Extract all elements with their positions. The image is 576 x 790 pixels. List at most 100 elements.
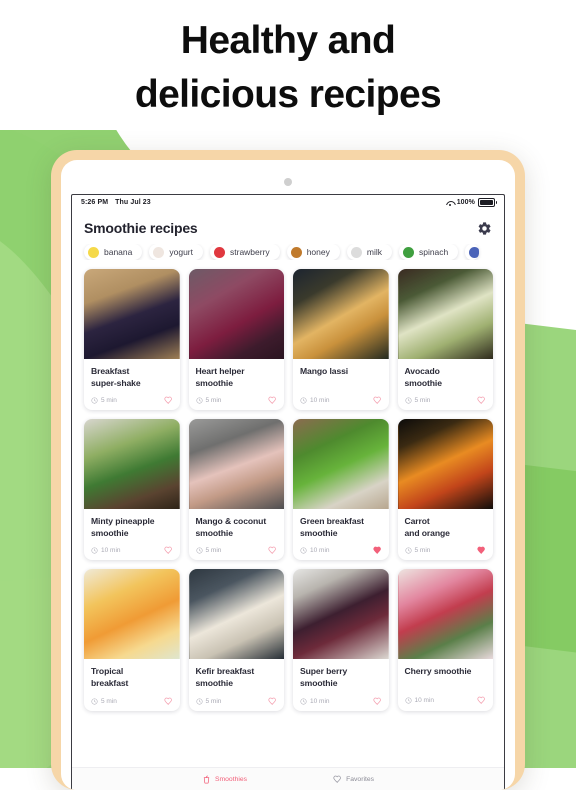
recipe-time-label: 5 min	[205, 697, 222, 705]
recipe-card-footer: 5 min	[195, 546, 278, 555]
recipe-card[interactable]: Breakfast super-shake 5 min	[84, 269, 180, 411]
recipe-card[interactable]: Super berry smoothie 10 min	[293, 569, 389, 711]
recipe-time: 5 min	[91, 397, 117, 404]
clock-icon	[91, 698, 98, 705]
filter-chip-label: milk	[366, 247, 382, 257]
tablet-bezel: 5:26 PM Thu Jul 23 100% Smoothie recipes…	[61, 160, 515, 790]
filter-chip-label: yogurt	[169, 247, 193, 257]
recipe-time: 5 min	[404, 397, 431, 405]
recipe-title: Minty pineapple smoothie	[91, 516, 155, 538]
filter-chip-yogurt[interactable]: yogurt	[149, 244, 203, 260]
heart-outline-icon[interactable]	[268, 396, 277, 405]
clock-icon	[300, 698, 307, 705]
recipe-time-label: 10 min	[310, 697, 330, 705]
recipe-card[interactable]: Kefir breakfast smoothie 5 min	[188, 569, 285, 711]
heart-filled-icon[interactable]	[477, 546, 486, 555]
recipe-title: Kefir breakfast smoothie	[195, 666, 255, 688]
clock-icon	[91, 397, 98, 404]
recipe-card[interactable]: Heart helper smoothie 5 min	[188, 269, 285, 411]
recipe-card[interactable]: Minty pineapple smoothie 10 min	[84, 419, 180, 561]
recipe-grid-scroll[interactable]: Breakfast super-shake 5 min Heart helper smo…	[72, 260, 504, 767]
filter-chip-spinach[interactable]: spinach	[398, 244, 459, 260]
promo-heading-line-2: delicious recipes	[134, 72, 442, 116]
filter-chip-row[interactable]: banana yogurt strawberry honey milk spinach	[72, 244, 504, 260]
recipe-card-body: Mango lassi 10 min	[293, 359, 389, 410]
carrot-and-orange-photo	[397, 419, 493, 510]
recipe-card[interactable]: Green breakfast smoothie 10 min	[293, 419, 389, 561]
recipe-card[interactable]: Mango & coconut smoothie 5 min	[188, 419, 285, 561]
recipe-time-label: 10 min	[414, 697, 435, 705]
bottom-tab-bar[interactable]: Smoothies Favorites	[72, 767, 504, 790]
gear-icon[interactable]	[477, 221, 492, 236]
recipe-title: Avocado smoothie	[404, 366, 443, 388]
recipe-title: Super berry smoothie	[300, 666, 348, 688]
recipe-card-body: Avocado smoothie 5 min	[398, 359, 494, 410]
recipe-card-footer: 10 min	[404, 696, 487, 705]
recipe-card-body: Mango & coconut smoothie 5 min	[189, 509, 285, 560]
promo-heading: Healthy and delicious recipes	[0, 14, 576, 122]
honey-icon	[290, 246, 302, 258]
recipe-card[interactable]: Tropical breakfast 5 min	[84, 569, 180, 711]
heart-outline-icon[interactable]	[372, 396, 382, 405]
tablet-screen: 5:26 PM Thu Jul 23 100% Smoothie recipes…	[71, 194, 505, 790]
clock-icon	[91, 547, 98, 554]
status-bar: 5:26 PM Thu Jul 23 100%	[72, 195, 504, 210]
heart-outline-icon[interactable]	[268, 697, 277, 706]
wifi-icon	[446, 200, 454, 206]
minty-pineapple-smoothie-photo	[84, 419, 180, 510]
heart-outline-icon[interactable]	[372, 697, 382, 706]
filter-chip-milk[interactable]: milk	[346, 244, 392, 260]
battery-label: 100%	[456, 199, 475, 206]
heart-outline-icon[interactable]	[163, 546, 173, 555]
filter-chip-banana[interactable]: banana	[84, 244, 143, 260]
filter-chip-strawberry[interactable]: strawberry	[210, 244, 280, 260]
recipe-card-body: Green breakfast smoothie 10 min	[293, 509, 389, 560]
clock-icon	[300, 547, 307, 554]
recipe-title: Cherry smoothie	[404, 666, 472, 677]
clock-icon	[195, 397, 203, 404]
heart-outline-icon[interactable]	[477, 696, 486, 705]
recipe-time-label: 10 min	[310, 397, 330, 404]
battery-full-icon	[478, 198, 497, 207]
blueberry-icon	[469, 246, 480, 258]
heart-outline-icon[interactable]	[268, 546, 277, 555]
heart-outline-icon[interactable]	[477, 396, 486, 405]
recipe-time-label: 5 min	[205, 547, 222, 555]
recipe-card-body: Tropical breakfast 5 min	[84, 659, 180, 710]
super-berry-smoothie-photo	[293, 569, 389, 660]
strawberry-icon	[214, 246, 225, 258]
filter-chip-label: spinach	[418, 247, 449, 257]
filter-chip-more[interactable]	[465, 244, 480, 260]
milk-icon	[350, 246, 362, 258]
heart-filled-icon[interactable]	[372, 546, 382, 555]
recipe-time-label: 5 min	[414, 547, 431, 555]
recipe-card[interactable]: Mango lassi 10 min	[293, 269, 389, 411]
recipe-time: 5 min	[91, 698, 117, 705]
filter-chip-honey[interactable]: honey	[286, 244, 340, 260]
recipe-card-body: Kefir breakfast smoothie 5 min	[189, 659, 285, 710]
recipe-time-label: 5 min	[101, 397, 117, 405]
clock-icon	[300, 397, 307, 404]
recipe-time: 5 min	[195, 697, 222, 705]
recipe-time: 5 min	[195, 547, 222, 555]
recipe-title: Mango lassi	[300, 366, 349, 376]
recipe-card[interactable]: Cherry smoothie 10 min	[397, 569, 493, 711]
recipe-grid: Breakfast super-shake 5 min Heart helper smo…	[72, 269, 504, 711]
front-camera-icon	[284, 178, 292, 186]
recipe-card-body: Super berry smoothie 10 min	[293, 659, 389, 710]
heart-outline-icon[interactable]	[163, 697, 173, 706]
recipe-card-footer: 10 min	[300, 546, 382, 555]
tab-smoothies[interactable]: Smoothies	[202, 775, 247, 784]
recipe-time: 10 min	[404, 697, 435, 705]
recipe-card-body: Heart helper smoothie 5 min	[189, 359, 285, 410]
avocado-smoothie-photo	[397, 269, 493, 359]
recipe-card-footer: 10 min	[300, 396, 382, 405]
kefir-breakfast-smoothie-photo	[188, 569, 284, 660]
heart-outline-icon[interactable]	[163, 396, 173, 405]
recipe-card-body: Breakfast super-shake 5 min	[84, 359, 180, 410]
recipe-card[interactable]: Avocado smoothie 5 min	[397, 269, 494, 411]
recipe-card[interactable]: Carrot and orange 5 min	[397, 419, 493, 561]
heart-outline-icon	[333, 775, 341, 783]
tab-favorites[interactable]: Favorites	[333, 775, 374, 784]
recipe-time-label: 5 min	[414, 397, 431, 405]
